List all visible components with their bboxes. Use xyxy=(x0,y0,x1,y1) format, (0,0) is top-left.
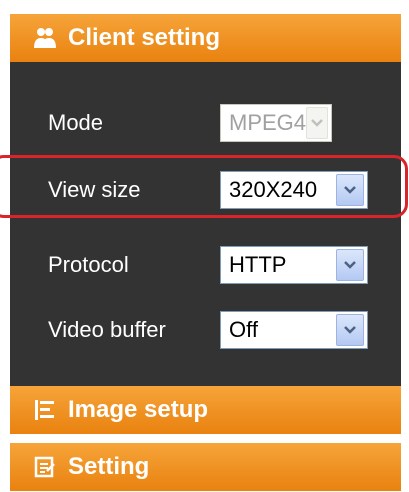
image-setup-icon xyxy=(30,395,60,425)
image-setup-title: Image setup xyxy=(68,396,209,423)
chevron-down-icon xyxy=(306,107,328,139)
mode-select[interactable]: MPEG4 xyxy=(220,104,332,142)
video-buffer-row: Video buffer Off xyxy=(10,307,401,353)
protocol-label: Protocol xyxy=(48,252,129,277)
setting-icon xyxy=(30,452,60,482)
video-buffer-select-value: Off xyxy=(229,317,258,342)
client-setting-body: Mode MPEG4 View size 320X240 Protocol HT… xyxy=(10,62,401,386)
video-buffer-label: Video buffer xyxy=(48,317,166,342)
setting-title: Setting xyxy=(68,453,150,480)
protocol-select[interactable]: HTTP xyxy=(220,246,368,284)
mode-label: Mode xyxy=(48,110,104,135)
users-icon xyxy=(30,23,60,53)
setting-header[interactable]: Setting xyxy=(10,443,401,491)
client-setting-title: Client setting xyxy=(68,24,221,51)
view-size-highlight-outline xyxy=(0,155,408,218)
mode-select-value: MPEG4 xyxy=(229,110,307,135)
mode-row: Mode MPEG4 xyxy=(10,100,401,146)
section-divider xyxy=(10,434,401,437)
protocol-select-value: HTTP xyxy=(229,252,287,277)
chevron-down-icon xyxy=(336,314,364,346)
client-setting-header[interactable]: Client setting xyxy=(10,14,401,62)
protocol-row: Protocol HTTP xyxy=(10,242,401,288)
image-setup-header[interactable]: Image setup xyxy=(10,386,401,434)
chevron-down-icon xyxy=(336,249,364,281)
video-buffer-select[interactable]: Off xyxy=(220,311,368,349)
settings-panel: Client setting Mode MPEG4 View size 320X… xyxy=(10,0,409,492)
